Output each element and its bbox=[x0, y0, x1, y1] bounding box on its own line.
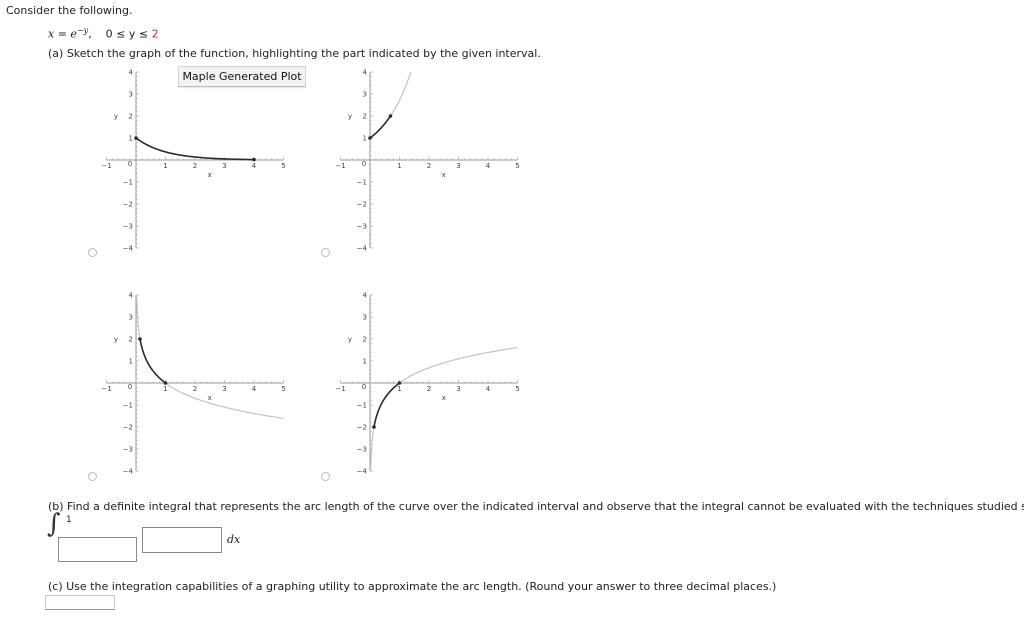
y-tick-label: 3 bbox=[129, 91, 133, 99]
part-b-prompt: (b) Find a definite integral that repres… bbox=[48, 500, 1024, 513]
x-tick-label: 3 bbox=[456, 385, 460, 393]
x-tick-label: 5 bbox=[281, 385, 285, 393]
y-tick-label: 2 bbox=[129, 336, 133, 344]
x-tick-label: −1 bbox=[335, 385, 345, 393]
y-tick-label: 3 bbox=[363, 314, 367, 322]
y-tick-label: −1 bbox=[123, 402, 133, 410]
plot-option-4: −1 1 2 3 4 5 0 4 3 2 1 −1 −2 −3 −4 x y bbox=[335, 292, 519, 476]
origin-label: 0 bbox=[128, 383, 132, 391]
curve-highlighted bbox=[139, 338, 166, 384]
origin-label: 0 bbox=[362, 160, 366, 168]
y-tick-label: −4 bbox=[357, 468, 368, 476]
x-tick-label: 1 bbox=[163, 385, 167, 393]
y-tick-label: 4 bbox=[363, 292, 368, 300]
y-tick-label: 2 bbox=[363, 113, 367, 121]
y-tick-label: 1 bbox=[129, 135, 133, 143]
endpoint-dot bbox=[372, 425, 376, 429]
y-axis-label: y bbox=[114, 336, 118, 344]
y-axis-label: y bbox=[114, 113, 118, 121]
endpoint-dot bbox=[388, 114, 393, 118]
curve-highlighted bbox=[135, 137, 255, 161]
x-tick-label: −1 bbox=[101, 385, 111, 393]
y-tick-label: 3 bbox=[129, 314, 133, 322]
lower-limit-input[interactable] bbox=[58, 537, 137, 562]
x-tick-label: 4 bbox=[486, 162, 491, 170]
x-tick-label: 3 bbox=[222, 162, 226, 170]
x-tick-label: 1 bbox=[397, 385, 401, 393]
y-tick-label: −3 bbox=[357, 446, 367, 454]
x-tick-label: 3 bbox=[456, 162, 460, 170]
x-axis-label: x bbox=[442, 394, 446, 402]
y-tick-label: 1 bbox=[363, 135, 367, 143]
x-axis-label: x bbox=[442, 171, 446, 179]
y-tick-label: 4 bbox=[129, 292, 134, 300]
plot-option-2: −1 1 2 3 4 5 0 4 3 2 1 −1 −2 −3 −4 x y bbox=[335, 69, 519, 253]
x-tick-label: 5 bbox=[281, 162, 285, 170]
y-tick-label: −2 bbox=[357, 201, 367, 209]
y-tick-label: 2 bbox=[129, 113, 133, 121]
radio-option-2[interactable] bbox=[321, 248, 330, 257]
x-tick-label: 3 bbox=[222, 385, 226, 393]
maple-generated-plot-button[interactable]: Maple Generated Plot bbox=[178, 66, 306, 87]
origin-label: 0 bbox=[362, 383, 366, 391]
x-axis-label: x bbox=[208, 171, 212, 179]
x-tick-label: −1 bbox=[101, 162, 111, 170]
y-tick-label: −1 bbox=[123, 179, 133, 187]
y-tick-label: −3 bbox=[357, 223, 367, 231]
x-tick-label: 4 bbox=[486, 385, 491, 393]
y-tick-label: −4 bbox=[123, 468, 134, 476]
integral-sign: ∫ bbox=[47, 509, 61, 539]
y-tick-label: 1 bbox=[363, 358, 367, 366]
radio-option-1[interactable] bbox=[88, 248, 97, 257]
endpoint-dot bbox=[134, 136, 138, 140]
y-tick-label: −3 bbox=[123, 223, 133, 231]
y-tick-label: 1 bbox=[129, 358, 133, 366]
plot-option-3: −1 1 2 3 4 5 0 4 3 2 1 −1 −2 −3 −4 x y bbox=[101, 292, 285, 476]
arc-length-answer-input[interactable] bbox=[45, 595, 115, 610]
y-tick-label: −4 bbox=[123, 245, 134, 253]
y-axis-label: y bbox=[348, 113, 352, 121]
x-tick-label: −1 bbox=[335, 162, 345, 170]
curve-highlighted bbox=[369, 115, 392, 139]
curve-context bbox=[369, 71, 412, 139]
y-tick-label: 2 bbox=[363, 336, 367, 344]
y-tick-label: 4 bbox=[129, 69, 134, 77]
y-tick-label: 4 bbox=[363, 69, 368, 77]
x-tick-label: 1 bbox=[397, 162, 401, 170]
x-tick-label: 5 bbox=[515, 162, 519, 170]
endpoint-dot bbox=[252, 157, 256, 162]
x-tick-label: 4 bbox=[252, 385, 257, 393]
upper-limit: 1 bbox=[66, 515, 72, 525]
differential-dx: dx bbox=[227, 533, 241, 546]
endpoint-dot bbox=[397, 381, 402, 385]
x-tick-label: 4 bbox=[252, 162, 257, 170]
radio-option-3[interactable] bbox=[88, 472, 97, 481]
x-tick-label: 5 bbox=[515, 385, 519, 393]
curve-highlighted bbox=[373, 382, 400, 428]
x-axis-label: x bbox=[208, 394, 212, 402]
integrand-input[interactable] bbox=[142, 527, 222, 553]
x-tick-label: 2 bbox=[193, 162, 197, 170]
endpoint-dot bbox=[368, 136, 372, 140]
y-tick-label: 3 bbox=[363, 91, 367, 99]
x-tick-label: 2 bbox=[427, 385, 431, 393]
x-tick-label: 2 bbox=[193, 385, 197, 393]
x-tick-label: 2 bbox=[427, 162, 431, 170]
y-tick-label: −1 bbox=[357, 179, 367, 187]
y-tick-label: −2 bbox=[123, 201, 133, 209]
y-tick-label: −2 bbox=[357, 424, 367, 432]
endpoint-dot bbox=[138, 337, 142, 341]
y-tick-label: −1 bbox=[357, 402, 367, 410]
part-c-prompt: (c) Use the integration capabilities of … bbox=[48, 580, 777, 593]
y-axis-label: y bbox=[348, 336, 352, 344]
y-tick-label: −3 bbox=[123, 446, 133, 454]
curve-context bbox=[369, 346, 518, 472]
x-tick-label: 1 bbox=[163, 162, 167, 170]
y-tick-label: −2 bbox=[123, 424, 133, 432]
y-tick-label: −4 bbox=[357, 245, 368, 253]
plot-option-1: −1 1 2 3 4 5 0 4 3 2 1 −1 −2 −3 −4 x y bbox=[101, 69, 285, 253]
radio-option-4[interactable] bbox=[321, 472, 330, 481]
origin-label: 0 bbox=[128, 160, 132, 168]
endpoint-dot bbox=[163, 381, 168, 385]
